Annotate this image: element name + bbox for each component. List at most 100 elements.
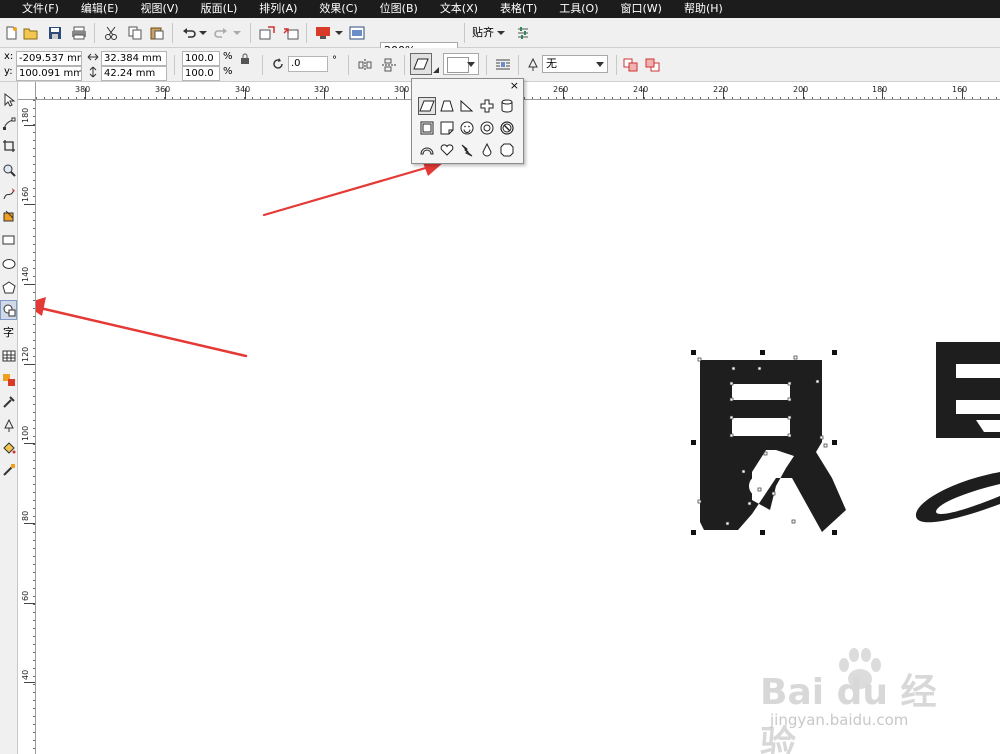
rotation-angle-field[interactable]: .0 (288, 56, 328, 72)
close-icon[interactable]: × (510, 80, 519, 92)
text-tool[interactable]: 字 (0, 322, 17, 342)
export-icon[interactable] (282, 24, 300, 42)
ellipse-tool[interactable] (0, 254, 17, 274)
ruler-tick-label: 200 (793, 85, 808, 94)
vertical-ruler[interactable]: 180 160 140 120 100 80 60 40 (18, 100, 36, 754)
redo-dropdown-icon[interactable] (232, 24, 242, 42)
menu-bar: 文件(F) 编辑(E) 视图(V) 版面(L) 排列(A) 效果(C) 位图(B) 文本(X)… (0, 0, 1000, 18)
folded-corner-icon[interactable] (438, 119, 456, 137)
snap-dropdown-icon[interactable] (496, 24, 506, 42)
menu-item[interactable]: 编辑(E) (69, 0, 129, 18)
basic-shapes-tool[interactable] (0, 300, 17, 320)
cross-icon[interactable] (478, 97, 496, 115)
separator (616, 55, 617, 75)
freehand-tool[interactable] (0, 184, 17, 204)
outline-tool[interactable] (0, 416, 17, 436)
menu-item[interactable]: 帮助(H) (672, 0, 733, 18)
crop-tool[interactable] (0, 136, 17, 156)
shape-picker-arrow-icon[interactable] (432, 66, 440, 74)
eyedropper-tool[interactable] (0, 392, 17, 412)
menu-item[interactable]: 视图(V) (128, 0, 188, 18)
welcome-screen-icon[interactable] (348, 24, 366, 42)
parallelogram-icon[interactable] (418, 97, 436, 115)
height-icon (86, 65, 100, 79)
shape-tool[interactable] (0, 114, 17, 134)
print-icon[interactable] (70, 24, 88, 42)
octagon-icon[interactable] (498, 141, 516, 159)
menu-item[interactable]: 工具(O) (547, 0, 608, 18)
paste-icon[interactable] (148, 24, 166, 42)
menu-item[interactable]: 窗口(W) (609, 0, 672, 18)
interactive-blend-tool[interactable] (0, 370, 17, 390)
menu-item[interactable]: 效果(C) (307, 0, 367, 18)
toolbox: 字 (0, 82, 18, 754)
import-icon[interactable] (258, 24, 276, 42)
perfect-shape-picker-button[interactable] (410, 53, 432, 75)
undo-dropdown-icon[interactable] (198, 24, 208, 42)
ruler-tick-label: 260 (553, 85, 568, 94)
copy-icon[interactable] (126, 24, 144, 42)
cut-icon[interactable] (102, 24, 120, 42)
redo-icon[interactable] (212, 24, 230, 42)
no-sign-icon[interactable] (498, 119, 516, 137)
menu-item[interactable]: 排列(A) (247, 0, 307, 18)
ruler-tick-label: 160 (952, 85, 967, 94)
lightning-icon[interactable] (458, 141, 476, 159)
open-folder-icon[interactable] (22, 24, 40, 42)
frame-icon[interactable] (418, 119, 436, 137)
outline-pen-icon[interactable] (524, 56, 542, 74)
save-icon[interactable] (46, 24, 64, 42)
cylinder-icon[interactable] (498, 97, 516, 115)
interactive-fill-tool[interactable] (0, 460, 17, 480)
mirror-horizontal-icon[interactable] (356, 56, 374, 74)
baidu-watermark: Bai du 经验 jingyan.baidu.com (760, 645, 960, 754)
fill-color-select[interactable] (443, 53, 479, 75)
to-front-icon[interactable] (622, 56, 640, 74)
x-position-field[interactable]: -209.537 mm (16, 51, 82, 66)
launcher-dropdown-icon[interactable] (334, 24, 344, 42)
drop-icon[interactable] (478, 141, 496, 159)
percent-label: % (223, 51, 233, 62)
arc-icon[interactable] (418, 141, 436, 159)
zoom-tool[interactable] (0, 160, 17, 180)
heart-icon[interactable] (438, 141, 456, 159)
pick-tool[interactable] (0, 90, 17, 110)
rectangle-tool[interactable] (0, 230, 17, 250)
text-wrap-icon[interactable] (494, 56, 512, 74)
polygon-tool[interactable] (0, 278, 17, 298)
ruler-corner[interactable] (18, 82, 36, 100)
width-field[interactable]: 32.384 mm (101, 51, 167, 66)
menu-item[interactable]: 文件(F) (0, 0, 69, 18)
undo-icon[interactable] (180, 24, 198, 42)
options-icon[interactable] (514, 24, 532, 42)
menu-item[interactable]: 版面(L) (189, 0, 248, 18)
mirror-vertical-icon[interactable] (380, 56, 398, 74)
separator (464, 23, 465, 43)
to-back-icon[interactable] (644, 56, 662, 74)
ruler-tick-label: 380 (75, 85, 90, 94)
new-document-icon[interactable] (2, 24, 20, 42)
width-icon (86, 50, 100, 64)
menu-item[interactable]: 位图(B) (368, 0, 428, 18)
basic-shapes-flyout: × (411, 78, 524, 164)
menu-item[interactable]: 文本(X) (428, 0, 488, 18)
right-triangle-icon[interactable] (458, 97, 476, 115)
donut-icon[interactable] (478, 119, 496, 137)
smiley-icon[interactable] (458, 119, 476, 137)
menu-item[interactable]: 表格(T) (488, 0, 547, 18)
drawing-canvas[interactable]: Bai du 经验 jingyan.baidu.com (36, 100, 1000, 754)
y-position-field[interactable]: 100.091 mm (16, 66, 82, 81)
application-launcher-icon[interactable] (314, 24, 332, 42)
height-field[interactable]: 42.24 mm (101, 66, 167, 81)
outline-width-select[interactable]: 无 (542, 55, 608, 73)
scale-y-field[interactable]: 100.0 (182, 66, 220, 81)
smart-fill-tool[interactable] (0, 206, 17, 226)
snap-to-button[interactable]: 贴齐 (472, 26, 494, 40)
ruler-tick-label: 60 (21, 591, 30, 601)
scale-x-field[interactable]: 100.0 (182, 51, 220, 66)
trapezoid-icon[interactable] (438, 97, 456, 115)
fill-tool[interactable] (0, 438, 17, 458)
separator (404, 55, 405, 75)
lock-ratio-icon[interactable] (238, 52, 252, 66)
table-tool[interactable] (0, 346, 17, 366)
